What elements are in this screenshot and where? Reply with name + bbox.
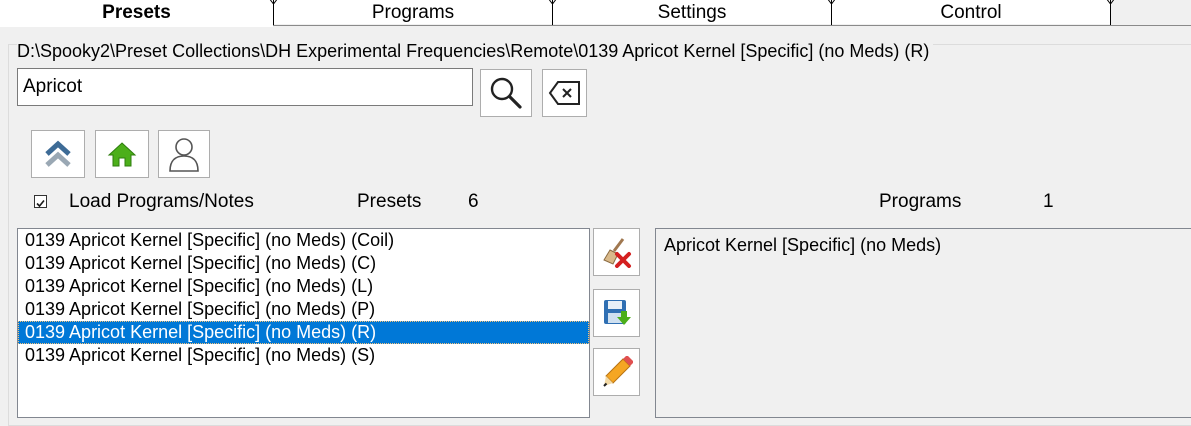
clear-search-button[interactable] (542, 69, 587, 117)
search-input[interactable] (17, 68, 473, 106)
tab-divider (1106, 0, 1115, 25)
presets-list[interactable]: 0139 Apricot Kernel [Specific] (no Meds)… (17, 228, 590, 418)
load-programs-checkbox[interactable] (34, 195, 47, 208)
presets-count: 6 (468, 191, 479, 212)
list-item[interactable]: 0139 Apricot Kernel [Specific] (no Meds)… (18, 298, 589, 321)
programs-count: 1 (1043, 191, 1054, 212)
backspace-icon (548, 81, 580, 105)
up-button[interactable] (31, 130, 85, 178)
tab-strip: Presets Programs Settings Control (0, 0, 1191, 27)
tab-settings[interactable]: Settings (553, 0, 831, 24)
programs-label: Programs (879, 191, 962, 212)
edit-preset-button[interactable] (593, 348, 640, 396)
double-chevron-up-icon (45, 140, 71, 167)
tab-divider (827, 0, 836, 25)
home-icon (107, 142, 137, 167)
tab-divider (269, 0, 278, 25)
save-preset-button[interactable] (593, 289, 640, 337)
pencil-icon (602, 356, 633, 387)
list-item[interactable]: 0139 Apricot Kernel [Specific] (no Meds)… (18, 275, 589, 298)
checkmark-icon (36, 199, 45, 208)
tab-divider (548, 0, 557, 25)
presets-label: Presets (357, 191, 422, 212)
user-button[interactable] (158, 130, 210, 178)
list-item[interactable]: Apricot Kernel [Specific] (no Meds) (656, 229, 1191, 256)
home-button[interactable] (95, 130, 149, 178)
user-icon (169, 138, 199, 172)
delete-preset-button[interactable] (593, 228, 640, 276)
list-item-selected[interactable]: 0139 Apricot Kernel [Specific] (no Meds)… (18, 321, 589, 344)
tab-baseline (273, 25, 1191, 26)
programs-list[interactable]: Apricot Kernel [Specific] (no Meds) (655, 228, 1191, 418)
broom-delete-icon (602, 238, 631, 268)
list-item[interactable]: 0139 Apricot Kernel [Specific] (no Meds)… (18, 229, 589, 252)
tab-presets[interactable]: Presets (0, 0, 273, 27)
list-item[interactable]: 0139 Apricot Kernel [Specific] (no Meds)… (18, 252, 589, 275)
save-icon (603, 300, 631, 325)
load-programs-label[interactable]: Load Programs/Notes (69, 191, 254, 213)
list-item[interactable]: 0139 Apricot Kernel [Specific] (no Meds)… (18, 344, 589, 367)
tab-control[interactable]: Control (832, 0, 1110, 24)
preset-path: D:\Spooky2\Preset Collections\DH Experim… (17, 41, 934, 62)
magnifier-icon (490, 77, 522, 109)
search-button[interactable] (480, 69, 532, 117)
tab-programs[interactable]: Programs (274, 0, 552, 24)
